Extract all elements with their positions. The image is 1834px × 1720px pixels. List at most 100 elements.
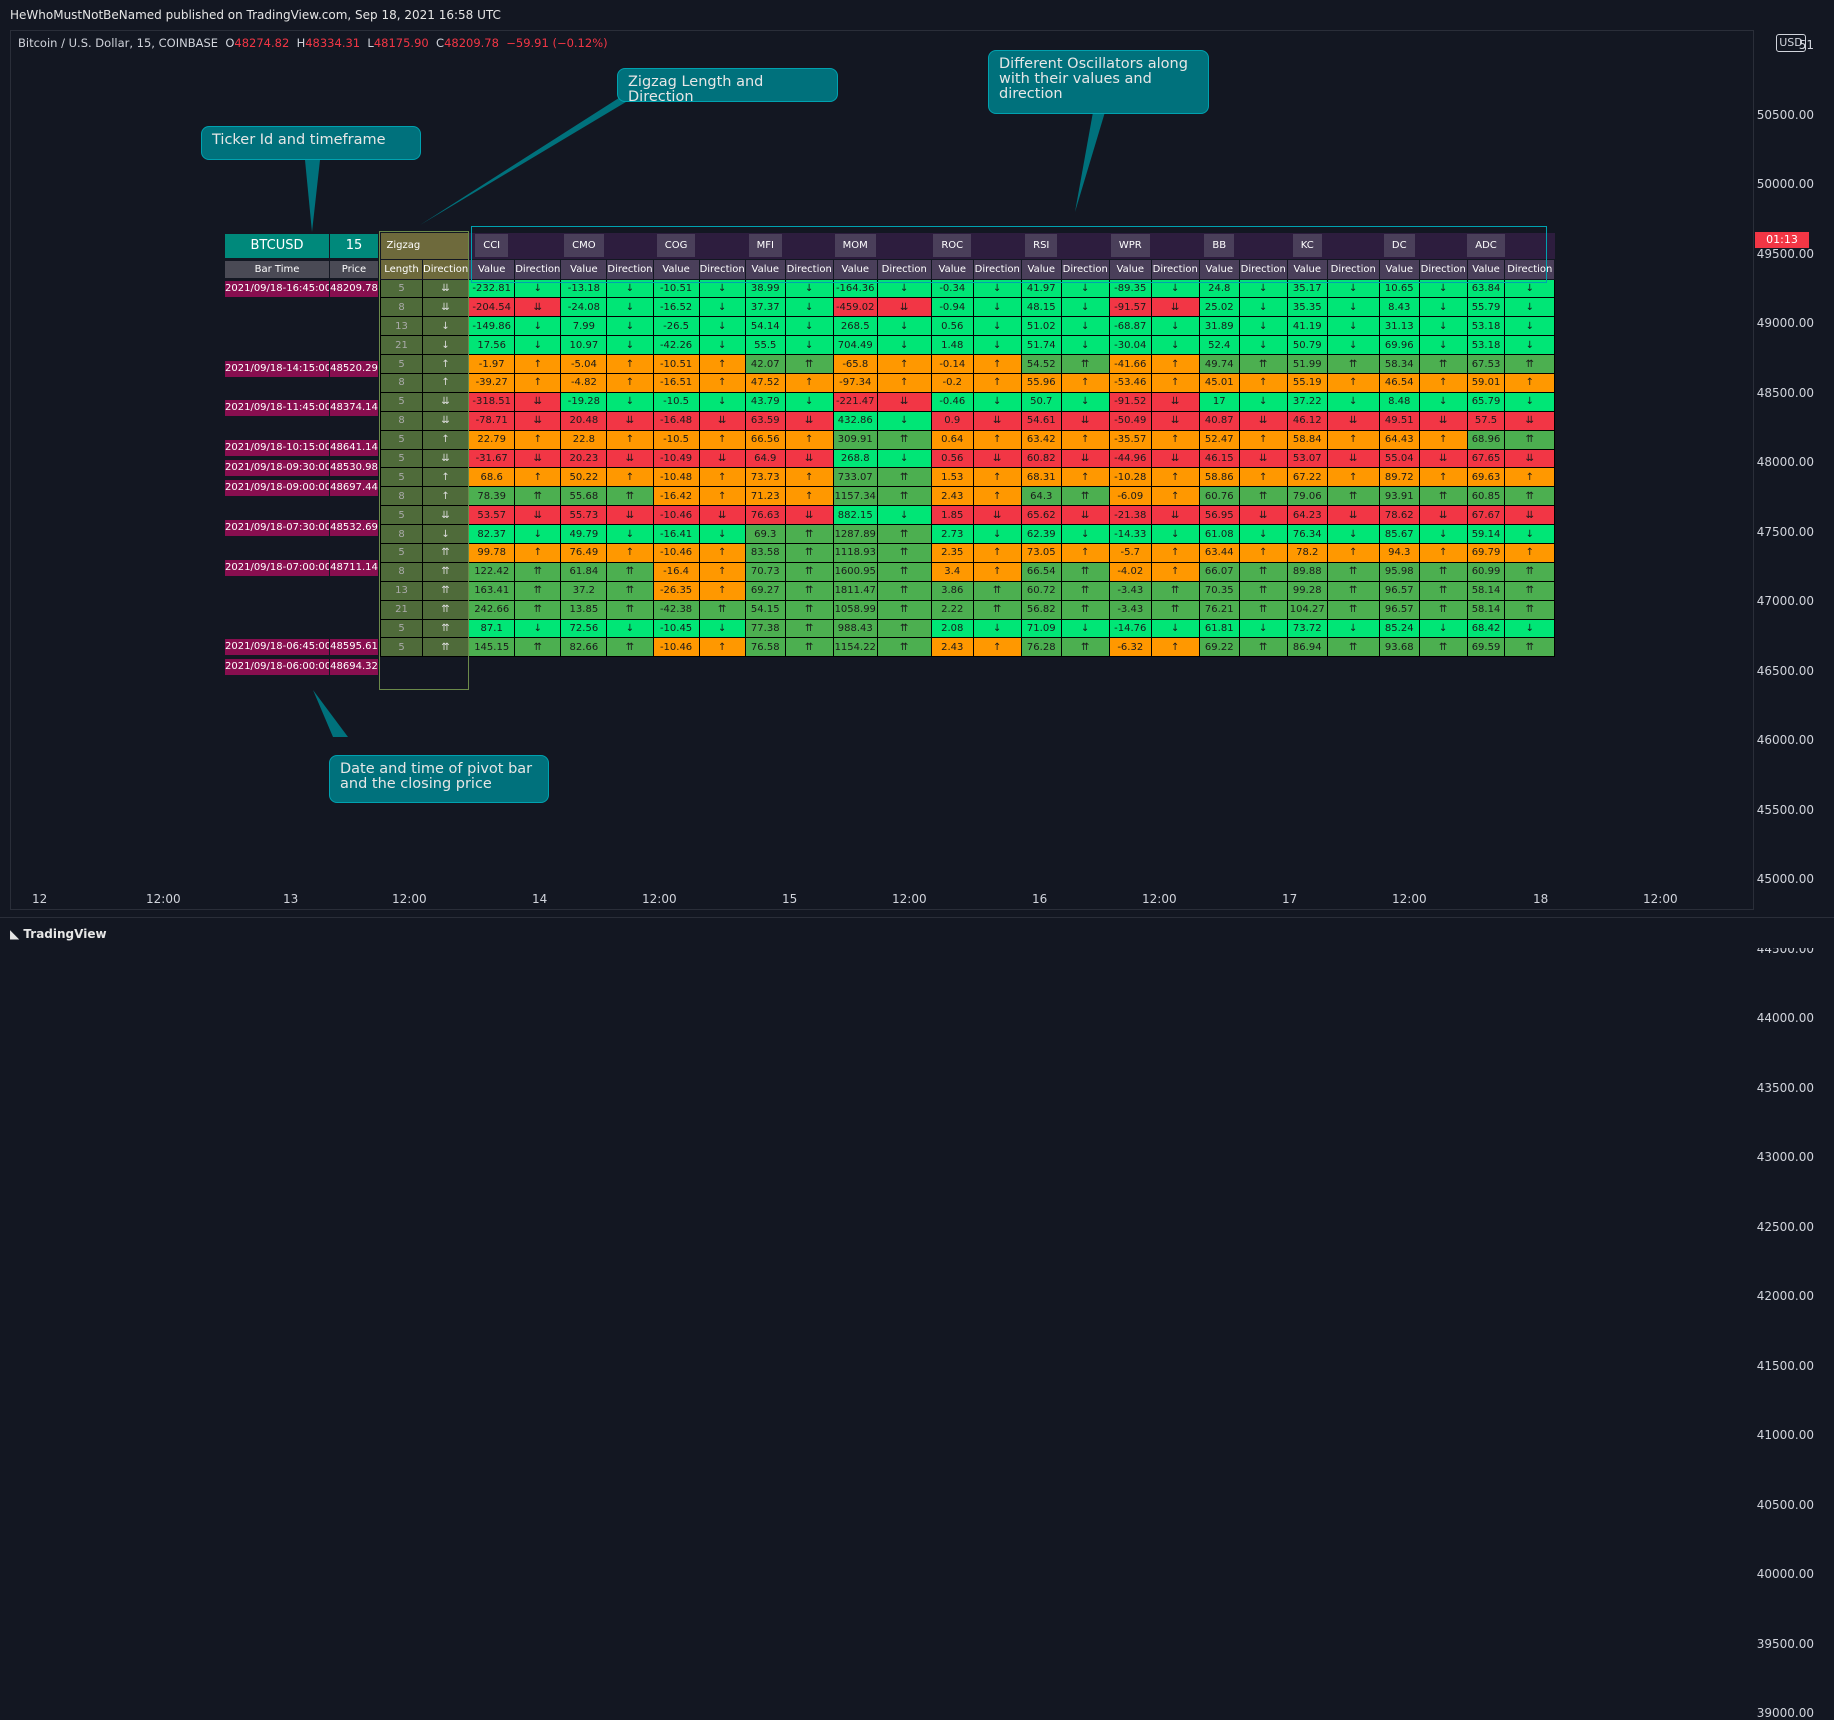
price-tick: 44000.00 xyxy=(1756,1011,1814,1025)
zigzag-length: 5 xyxy=(380,542,423,563)
osc-value: 66.07 xyxy=(1198,561,1240,582)
direction-header: Direction xyxy=(1418,258,1468,280)
osc-value: 51.74 xyxy=(1020,335,1062,356)
tradingview-logo[interactable]: ◣ TradingView xyxy=(10,927,107,941)
osc-direction: ↓ xyxy=(972,524,1022,544)
value-header: Value xyxy=(1286,258,1328,280)
osc-direction: ↓ xyxy=(1504,316,1556,337)
osc-name-roc: ROC xyxy=(933,234,972,258)
osc-direction: ↓ xyxy=(698,524,746,544)
osc-value: -1.97 xyxy=(468,354,516,374)
osc-value: 55.79 xyxy=(1466,297,1506,318)
osc-direction: ↓ xyxy=(514,524,562,544)
osc-value: 69.63 xyxy=(1466,467,1506,488)
osc-value: 65.62 xyxy=(1020,505,1062,526)
osc-value: 60.99 xyxy=(1466,561,1506,582)
osc-direction: ⇈ xyxy=(514,599,562,620)
osc-direction: ⇈ xyxy=(1238,637,1288,658)
osc-direction: ⇊ xyxy=(784,505,834,526)
osc-direction: ⇊ xyxy=(972,448,1022,469)
osc-direction: ⇊ xyxy=(1504,410,1556,431)
osc-value: 10.97 xyxy=(560,335,608,356)
osc-value: 67.22 xyxy=(1286,467,1328,488)
osc-value: 59.01 xyxy=(1466,372,1506,393)
osc-value: -16.48 xyxy=(652,410,700,431)
zigzag-length-header: Length xyxy=(380,258,423,280)
pivot-price: 48374.14 xyxy=(330,400,378,417)
osc-direction: ↓ xyxy=(1238,316,1288,337)
footer: ◣ TradingView xyxy=(0,917,1834,948)
osc-direction: ⇈ xyxy=(1418,599,1468,620)
osc-direction: ↑ xyxy=(1150,561,1200,582)
osc-value: -0.34 xyxy=(930,278,974,299)
osc-direction: ↑ xyxy=(514,354,562,374)
osc-direction: ⇈ xyxy=(876,580,932,601)
pivot-time: 2021/09/18-07:00:00 xyxy=(225,559,329,576)
zigzag-direction: ↑ xyxy=(421,429,470,450)
osc-value: 122.42 xyxy=(468,561,516,582)
osc-direction: ⇊ xyxy=(606,505,654,526)
osc-direction: ↑ xyxy=(876,372,932,393)
osc-direction: ↓ xyxy=(1418,316,1468,337)
osc-direction: ⇊ xyxy=(784,448,834,469)
osc-value: 87.1 xyxy=(468,618,516,639)
osc-value: -10.5 xyxy=(652,391,700,412)
callout-oscillators: Different Oscillators along with their v… xyxy=(988,50,1209,114)
osc-value: 58.34 xyxy=(1378,354,1420,374)
zigzag-length: 5 xyxy=(380,278,423,299)
osc-direction: ⇈ xyxy=(514,580,562,601)
osc-value: 988.43 xyxy=(832,618,878,639)
osc-value: 63.84 xyxy=(1466,278,1506,299)
pointer-date xyxy=(313,690,348,737)
osc-direction: ⇊ xyxy=(1060,505,1110,526)
osc-value: -26.35 xyxy=(652,580,700,601)
zigzag-direction: ⇈ xyxy=(421,542,470,563)
osc-direction: ⇊ xyxy=(876,297,932,318)
ticker-id: BTCUSD xyxy=(225,234,329,258)
pivot-price: 48694.32 xyxy=(330,659,378,676)
pivot-price: 48641.14 xyxy=(330,440,378,457)
osc-value: 55.5 xyxy=(744,335,786,356)
osc-value: 2.43 xyxy=(930,637,974,658)
osc-direction: ↑ xyxy=(698,486,746,507)
pivot-time: 2021/09/18-09:30:00 xyxy=(225,460,329,477)
osc-value: -10.46 xyxy=(652,542,700,563)
osc-value: -0.2 xyxy=(930,372,974,393)
zigzag-length: 8 xyxy=(380,524,423,544)
osc-direction: ↑ xyxy=(514,467,562,488)
brand-text: TradingView xyxy=(23,927,107,941)
direction-header: Direction xyxy=(514,258,562,280)
table-row: 13 ↓ -149.86 ↓ 7.99 ↓ -26.5 ↓ 54.14 ↓ 268.5 ↓ 0.56 ↓ 5… xyxy=(380,316,1556,337)
osc-direction: ↑ xyxy=(606,542,654,563)
osc-value: -5.04 xyxy=(560,354,608,374)
osc-value: 79.06 xyxy=(1286,486,1328,507)
osc-value: -10.45 xyxy=(652,618,700,639)
indicator-table: Zigzag CCI CMO COG MFI MOM ROC RSI WPR BB KC DC ADC L… xyxy=(380,233,1556,658)
osc-direction: ⇈ xyxy=(1326,486,1380,507)
osc-value: 47.52 xyxy=(744,372,786,393)
osc-direction: ⇈ xyxy=(1238,561,1288,582)
osc-direction: ⇈ xyxy=(606,637,654,658)
pivot-price: 48697.44 xyxy=(330,480,378,496)
osc-direction: ↑ xyxy=(1060,372,1110,393)
osc-value: 59.14 xyxy=(1466,524,1506,544)
osc-value: 163.41 xyxy=(468,580,516,601)
osc-value: -91.52 xyxy=(1108,391,1152,412)
table-row: 5 ⇈ 99.78 ↑ 76.49 ↑ -10.46 ↑ 83.58 ⇈ 1118.93 ⇈ 2.35 ↑… xyxy=(380,542,1556,563)
osc-direction: ↓ xyxy=(1326,391,1380,412)
osc-direction: ⇈ xyxy=(784,524,834,544)
osc-value: 53.57 xyxy=(468,505,516,526)
osc-direction: ⇊ xyxy=(972,410,1022,431)
osc-direction: ↑ xyxy=(1150,542,1200,563)
osc-direction: ⇈ xyxy=(1060,580,1110,601)
osc-value: 1811.47 xyxy=(832,580,878,601)
osc-direction: ↓ xyxy=(1060,524,1110,544)
osc-name-adc: ADC xyxy=(1467,234,1505,258)
osc-direction: ↓ xyxy=(784,391,834,412)
osc-name-bb: BB xyxy=(1204,234,1235,258)
zigzag-length: 8 xyxy=(380,486,423,507)
osc-value: 76.49 xyxy=(560,542,608,563)
osc-direction: ↑ xyxy=(1150,429,1200,450)
osc-direction: ↓ xyxy=(876,448,932,469)
osc-direction: ⇈ xyxy=(1060,637,1110,658)
